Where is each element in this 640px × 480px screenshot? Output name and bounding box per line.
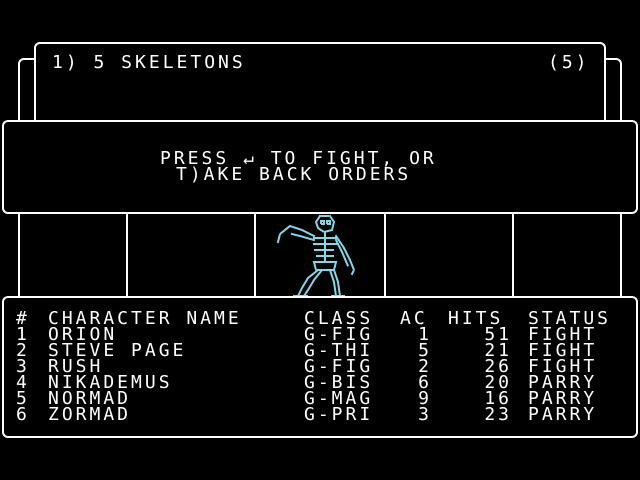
char-ac: 3: [418, 404, 432, 425]
viewport-divider: [512, 210, 514, 300]
char-name: ZORMAD: [48, 404, 132, 425]
viewport-divider: [126, 210, 128, 300]
monster-group-count: (5): [548, 52, 590, 73]
char-status: PARRY: [528, 404, 598, 425]
viewport-divider: [384, 210, 386, 300]
party-member-row[interactable]: 6 ZORMAD G-PRI 3 23 PARRY: [0, 404, 640, 425]
skeleton-monster-icon: [276, 215, 356, 298]
char-hits: 23: [484, 404, 512, 425]
char-num: 6: [16, 404, 30, 425]
prompt-line-2: T)AKE BACK ORDERS: [176, 164, 412, 185]
char-class: G-PRI: [304, 404, 374, 425]
monster-group-label: 1) 5 SKELETONS: [52, 52, 246, 73]
viewport-divider: [254, 210, 256, 300]
